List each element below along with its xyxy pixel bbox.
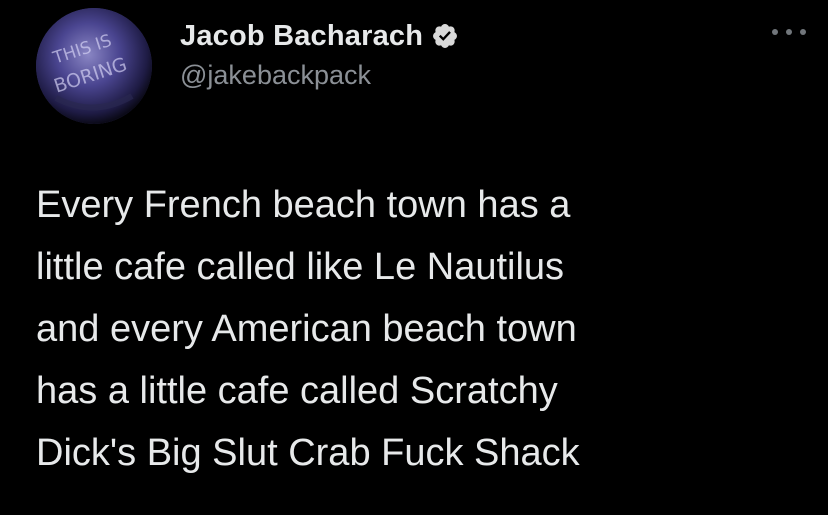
avatar[interactable]: THIS IS BORING <box>36 8 152 124</box>
verified-badge-icon <box>431 22 459 50</box>
author-handle[interactable]: @jakebackpack <box>180 60 371 91</box>
author-name-row: Jacob Bacharach <box>180 16 459 56</box>
more-dot <box>772 29 778 35</box>
tweet-text: Every French beach town has a little caf… <box>36 184 580 474</box>
more-dot <box>800 29 806 35</box>
avatar-image: THIS IS BORING <box>36 8 152 124</box>
display-name[interactable]: Jacob Bacharach <box>180 20 423 53</box>
tweet-card: THIS IS BORING Jacob Bacharach @jakeback… <box>0 0 828 515</box>
more-options-icon[interactable] <box>772 22 806 42</box>
more-dot <box>786 29 792 35</box>
